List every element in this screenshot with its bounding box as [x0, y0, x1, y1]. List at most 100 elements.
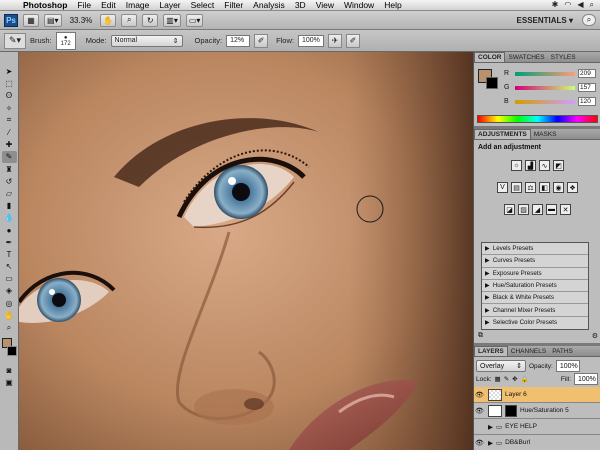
eye-icon[interactable]: 👁: [474, 407, 485, 415]
flow-field[interactable]: 100%: [297, 34, 324, 47]
zoom-tool-icon[interactable]: ⌕: [2, 322, 17, 333]
quick-selection-tool-icon[interactable]: ✧: [2, 103, 17, 114]
menu-help[interactable]: Help: [379, 0, 406, 11]
screen-mode-icon[interactable]: ▣: [2, 377, 17, 388]
menu-3d[interactable]: 3D: [290, 0, 311, 11]
lock-pixels-icon[interactable]: ✎: [504, 375, 509, 383]
layer-row-eye-help[interactable]: ▶ ▭ EYE HELP: [474, 419, 600, 435]
menu-image[interactable]: Image: [121, 0, 155, 11]
lock-all-icon[interactable]: 🔒: [521, 375, 529, 383]
screen-mode-button[interactable]: ▭▾: [185, 13, 204, 27]
shape-tool-icon[interactable]: ▭: [2, 273, 17, 284]
menu-select[interactable]: Select: [186, 0, 220, 11]
launch-bridge-button[interactable]: ▦: [23, 13, 39, 27]
dodge-tool-icon[interactable]: ●: [2, 224, 17, 235]
green-value[interactable]: 157: [578, 83, 596, 92]
brush-tool-icon[interactable]: ✎: [1, 151, 17, 163]
panel-background-swatch[interactable]: [486, 77, 498, 89]
path-selection-tool-icon[interactable]: ↖: [2, 261, 17, 272]
tab-paths[interactable]: PATHS: [549, 347, 576, 356]
posterize-icon[interactable]: ▨: [518, 204, 529, 215]
channel-mixer-icon[interactable]: ❖: [567, 182, 578, 193]
layer-row-db-burl[interactable]: 👁 ▶ ▭ DB&Burl: [474, 435, 600, 450]
marquee-tool-icon[interactable]: ⬚: [2, 78, 17, 89]
vibrance-icon[interactable]: V: [497, 182, 508, 193]
crop-tool-icon[interactable]: ⌗: [2, 115, 17, 126]
background-color-swatch[interactable]: [6, 346, 17, 357]
gradient-tool-icon[interactable]: ▮: [2, 200, 17, 211]
preset-channel-mixer[interactable]: ▶ Channel Mixer Presets: [482, 304, 588, 317]
document-canvas[interactable]: [19, 52, 473, 450]
clip-to-layer-icon[interactable]: ⧉: [478, 332, 483, 340]
menu-filter[interactable]: Filter: [219, 0, 248, 11]
gradient-map-icon[interactable]: ▬: [546, 204, 557, 215]
tab-adjustments[interactable]: ADJUSTMENTS: [474, 129, 531, 139]
tab-styles[interactable]: STYLES: [548, 53, 579, 62]
brightness-contrast-icon[interactable]: ☼: [511, 160, 522, 171]
zoom-tool-icon[interactable]: ⌕: [121, 13, 138, 27]
menu-layer[interactable]: Layer: [154, 0, 185, 11]
selective-color-icon[interactable]: ✕: [560, 204, 571, 215]
preset-hue-saturation[interactable]: ▶ Hue/Saturation Presets: [482, 280, 588, 293]
preset-curves[interactable]: ▶ Curves Presets: [482, 255, 588, 268]
tab-channels[interactable]: CHANNELS: [508, 347, 549, 356]
color-spectrum-ramp[interactable]: [477, 115, 598, 123]
3d-orbit-tool-icon[interactable]: ◎: [2, 298, 17, 309]
3d-rotate-tool-icon[interactable]: ◈: [2, 285, 17, 296]
layer-row-layer-6[interactable]: 👁 Layer 6: [474, 387, 600, 403]
curves-icon[interactable]: ∿: [539, 160, 550, 171]
spotlight-icon[interactable]: ⌕: [590, 0, 594, 10]
zoom-level[interactable]: 33.3%: [67, 16, 96, 25]
blue-slider[interactable]: [515, 99, 575, 104]
rotate-view-icon[interactable]: ↻: [142, 13, 159, 27]
triangle-right-icon[interactable]: ▶: [488, 439, 493, 447]
hand-tool-icon[interactable]: ✋: [2, 310, 17, 321]
fill-field[interactable]: 100%: [574, 373, 598, 385]
eye-icon[interactable]: 👁: [474, 439, 485, 447]
exposure-icon[interactable]: ◩: [553, 160, 564, 171]
red-slider[interactable]: [515, 71, 575, 76]
clone-stamp-tool-icon[interactable]: ♜: [2, 164, 17, 175]
preset-black-white[interactable]: ▶ Black & White Presets: [482, 292, 588, 305]
eraser-tool-icon[interactable]: ▱: [2, 188, 17, 199]
airbrush-button[interactable]: ✈: [327, 33, 342, 48]
layer-opacity-field[interactable]: 100%: [555, 360, 580, 372]
eye-icon[interactable]: 👁: [474, 391, 485, 399]
tab-layers[interactable]: LAYERS: [474, 346, 508, 356]
black-white-icon[interactable]: ◧: [539, 182, 550, 193]
tablet-pressure-size-button[interactable]: ✐: [345, 33, 360, 48]
view-extras-button[interactable]: ▤▾: [44, 13, 62, 27]
eyedropper-tool-icon[interactable]: ⁄: [2, 127, 17, 138]
lock-position-icon[interactable]: ✥: [512, 375, 517, 383]
lock-transparency-icon[interactable]: ▦: [495, 375, 501, 383]
green-slider[interactable]: [515, 85, 575, 90]
brush-preset-picker[interactable]: ● 172: [55, 31, 76, 50]
menu-file[interactable]: File: [72, 0, 96, 11]
preset-selective-color[interactable]: ▶ Selective Color Presets: [482, 317, 588, 329]
menu-view[interactable]: View: [311, 0, 339, 11]
red-value[interactable]: 209: [578, 69, 596, 78]
color-swatches[interactable]: [1, 338, 17, 358]
workspace-switcher[interactable]: ESSENTIALS ▾: [513, 16, 577, 25]
tab-swatches[interactable]: SWATCHES: [505, 53, 547, 62]
opacity-field[interactable]: 12%: [226, 34, 251, 47]
blur-tool-icon[interactable]: 💧: [2, 212, 17, 223]
blend-mode-dropdown[interactable]: Overlay ⇕: [476, 360, 526, 372]
type-tool-icon[interactable]: T: [2, 249, 17, 260]
threshold-icon[interactable]: ◢: [532, 204, 543, 215]
wifi-icon[interactable]: ◠: [564, 0, 571, 10]
tab-masks[interactable]: MASKS: [531, 130, 560, 139]
history-brush-tool-icon[interactable]: ↺: [2, 176, 17, 187]
menu-photoshop[interactable]: Photoshop: [18, 0, 72, 11]
lasso-tool-icon[interactable]: ʘ: [2, 90, 17, 101]
tablet-pressure-opacity-button[interactable]: ✐: [254, 33, 269, 48]
volume-icon[interactable]: ◀: [577, 0, 583, 10]
preset-exposure[interactable]: ▶ Exposure Presets: [482, 268, 588, 280]
arrange-documents-button[interactable]: ▥▾: [163, 13, 181, 27]
tool-preset-picker[interactable]: ✎▾: [4, 32, 26, 49]
menu-edit[interactable]: Edit: [96, 0, 121, 11]
mode-dropdown[interactable]: Normal ⇕: [110, 34, 183, 47]
tab-color[interactable]: COLOR: [474, 52, 506, 62]
move-tool-icon[interactable]: ➤: [2, 66, 17, 77]
healing-brush-tool-icon[interactable]: ✚: [2, 139, 17, 150]
